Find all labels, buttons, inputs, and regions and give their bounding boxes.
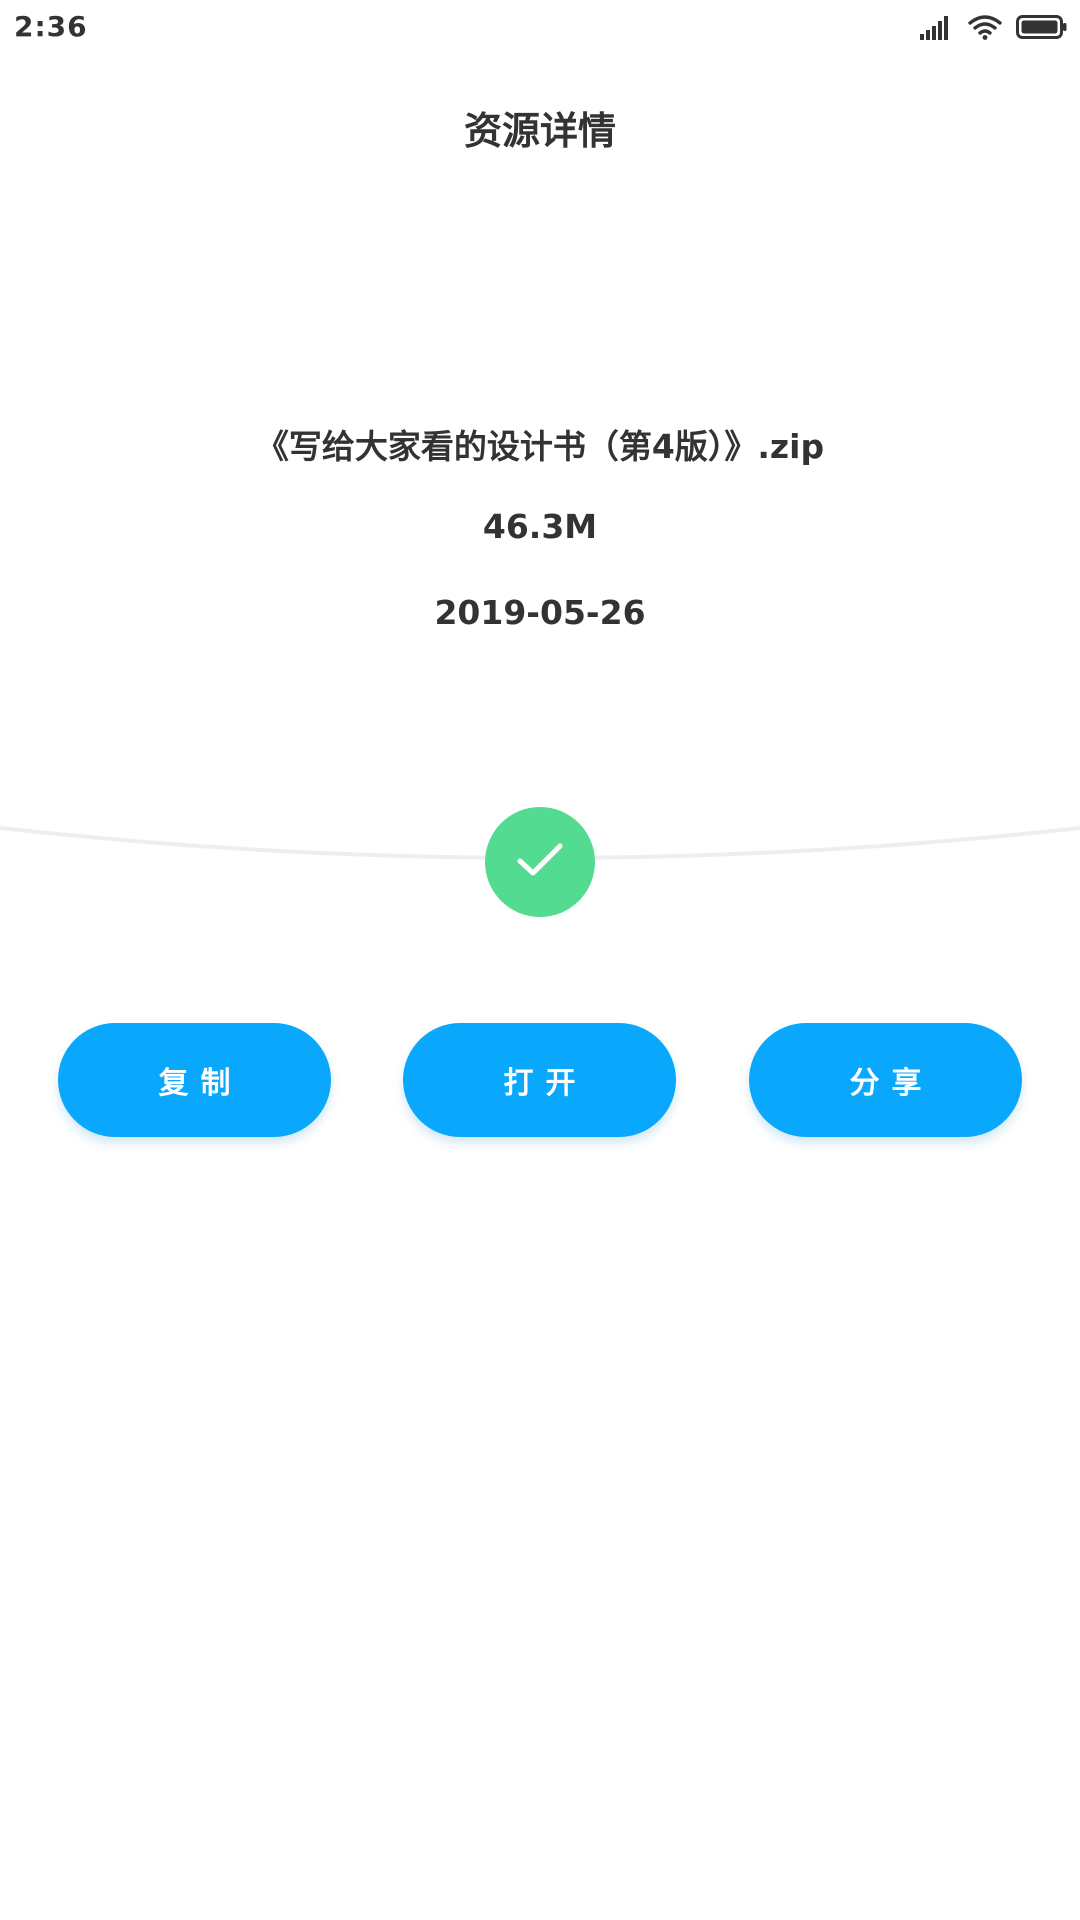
copy-button[interactable]: 复制 xyxy=(58,1023,331,1137)
page-title: 资源详情 xyxy=(463,109,616,153)
check-icon xyxy=(517,842,563,882)
file-name: 《写给大家看的设计书（第4版）》.zip xyxy=(255,427,825,466)
status-time: 2:36 xyxy=(14,10,88,43)
battery-icon xyxy=(1016,14,1068,44)
success-badge xyxy=(485,807,595,917)
signal-icon xyxy=(920,14,954,44)
status-icons xyxy=(920,14,1068,44)
share-button[interactable]: 分享 xyxy=(749,1023,1022,1137)
file-size: 46.3M xyxy=(482,507,598,546)
open-button[interactable]: 打开 xyxy=(403,1023,676,1137)
wifi-icon xyxy=(968,14,1002,44)
file-date: 2019-05-26 xyxy=(434,593,646,632)
status-bar: 2:36 xyxy=(0,0,1080,60)
